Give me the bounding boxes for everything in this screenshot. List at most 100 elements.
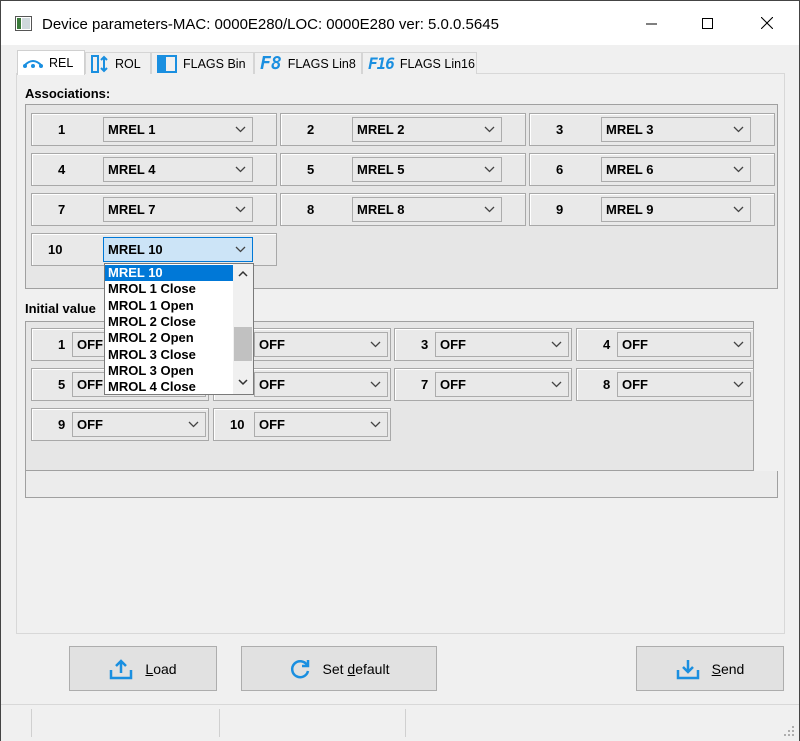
set-default-button-label: Set default bbox=[322, 660, 390, 677]
initial-value-9-select[interactable]: OFF bbox=[72, 412, 206, 437]
association-7-select[interactable]: MREL 7 bbox=[103, 197, 253, 222]
initial-value-number: 8 bbox=[603, 377, 611, 392]
initial-value-10-value: OFF bbox=[259, 417, 285, 432]
dropdown-option[interactable]: MROL 4 Close bbox=[105, 379, 235, 394]
tab-rol[interactable]: ROL bbox=[85, 52, 151, 74]
initial-value-2-select[interactable]: OFF bbox=[254, 332, 388, 357]
tab-rel-label: REL bbox=[49, 56, 74, 70]
load-button-label: Load bbox=[145, 660, 177, 677]
initial-value-cell: 4 OFF bbox=[576, 328, 754, 361]
association-cell: 10 MREL 10 bbox=[31, 233, 277, 266]
tab-rel[interactable]: REL bbox=[17, 50, 85, 75]
association-number: 7 bbox=[58, 202, 66, 217]
chevron-down-icon bbox=[484, 126, 495, 133]
maximize-icon bbox=[701, 17, 713, 29]
initial-value-cell: 8 OFF bbox=[576, 368, 754, 401]
association-10-value: MREL 10 bbox=[108, 242, 163, 257]
initial-value-7-value: OFF bbox=[440, 377, 466, 392]
association-number: 4 bbox=[58, 162, 66, 177]
initial-value-7-select[interactable]: OFF bbox=[435, 372, 569, 397]
initial-value-cell: 9 OFF bbox=[31, 408, 209, 441]
initial-value-6-value: OFF bbox=[259, 377, 285, 392]
initial-value-cell: 10 OFF bbox=[213, 408, 391, 441]
association-4-value: MREL 4 bbox=[108, 162, 156, 177]
initial-value-number: 5 bbox=[58, 377, 66, 392]
dropdown-scroll-thumb[interactable] bbox=[234, 327, 252, 361]
association-number: 8 bbox=[307, 202, 315, 217]
tab-flags-lin8[interactable]: F8 FLAGS Lin8 bbox=[254, 52, 362, 74]
tab-rol-label: ROL bbox=[115, 56, 141, 71]
dropdown-scrollbar[interactable] bbox=[233, 264, 253, 394]
initial-value-number: 3 bbox=[421, 337, 429, 352]
maximize-button[interactable] bbox=[679, 1, 735, 45]
close-icon bbox=[761, 17, 773, 29]
association-6-select[interactable]: MREL 6 bbox=[601, 157, 751, 182]
dropdown-option[interactable]: MROL 3 Open bbox=[105, 363, 235, 379]
association-number: 10 bbox=[48, 242, 63, 257]
association-4-select[interactable]: MREL 4 bbox=[103, 157, 253, 182]
initial-value-1-value: OFF bbox=[77, 337, 103, 352]
chevron-down-icon bbox=[733, 166, 744, 173]
association-5-select[interactable]: MREL 5 bbox=[352, 157, 502, 182]
association-5-value: MREL 5 bbox=[357, 162, 405, 177]
chevron-down-icon bbox=[235, 126, 246, 133]
chevron-down-icon bbox=[484, 166, 495, 173]
association-cell: 5 MREL 5 bbox=[280, 153, 526, 186]
dropdown-option[interactable]: MROL 2 Open bbox=[105, 330, 235, 346]
chevron-down-icon bbox=[551, 381, 562, 388]
minimize-icon bbox=[645, 23, 657, 24]
chevron-down-icon bbox=[235, 166, 246, 173]
dropdown-option[interactable]: MROL 1 Close bbox=[105, 281, 235, 297]
tab-flags-bin[interactable]: FLAGS Bin bbox=[151, 52, 254, 74]
initial-value-8-select[interactable]: OFF bbox=[617, 372, 751, 397]
initial-value-number: 7 bbox=[421, 377, 429, 392]
status-separator bbox=[405, 709, 406, 737]
initial-value-number: 10 bbox=[230, 417, 245, 432]
resize-grip-icon[interactable] bbox=[783, 725, 795, 737]
association-6-value: MREL 6 bbox=[606, 162, 654, 177]
initial-value-9-value: OFF bbox=[77, 417, 103, 432]
status-separator bbox=[31, 709, 32, 737]
initial-value-4-select[interactable]: OFF bbox=[617, 332, 751, 357]
association-number: 2 bbox=[307, 122, 315, 137]
initial-value-label: Initial value bbox=[25, 301, 96, 316]
association-8-select[interactable]: MREL 8 bbox=[352, 197, 502, 222]
chevron-down-icon bbox=[370, 341, 381, 348]
initial-value-number: 4 bbox=[603, 337, 611, 352]
window-title: Device parameters-MAC: 0000E280/LOC: 000… bbox=[42, 16, 499, 33]
association-2-select[interactable]: MREL 2 bbox=[352, 117, 502, 142]
association-7-value: MREL 7 bbox=[108, 202, 156, 217]
scroll-down-icon bbox=[238, 379, 248, 386]
send-button[interactable]: Send bbox=[636, 646, 784, 691]
association-1-select[interactable]: MREL 1 bbox=[103, 117, 253, 142]
status-separator bbox=[219, 709, 220, 737]
send-button-label: Send bbox=[711, 660, 745, 677]
dropdown-option[interactable]: MROL 3 Close bbox=[105, 347, 235, 363]
tab-flags-lin8-label: FLAGS Lin8 bbox=[287, 56, 356, 71]
association-2-value: MREL 2 bbox=[357, 122, 405, 137]
device-parameters-window: Device parameters-MAC: 0000E280/LOC: 000… bbox=[0, 0, 800, 741]
chevron-down-icon bbox=[188, 421, 199, 428]
initial-value-5-value: OFF bbox=[77, 377, 103, 392]
chevron-down-icon bbox=[484, 206, 495, 213]
f8-icon: F8 bbox=[260, 53, 282, 74]
initial-value-6-select[interactable]: OFF bbox=[254, 372, 388, 397]
set-default-button[interactable]: Set default bbox=[241, 646, 437, 691]
close-button[interactable] bbox=[739, 1, 795, 45]
load-button[interactable]: Load bbox=[69, 646, 217, 691]
chevron-down-icon bbox=[370, 381, 381, 388]
minimize-button[interactable] bbox=[623, 1, 679, 45]
roller-icon bbox=[91, 54, 109, 73]
association-10-select[interactable]: MREL 10 bbox=[103, 237, 253, 262]
dropdown-option[interactable]: MROL 2 Close bbox=[105, 314, 235, 330]
dropdown-option[interactable]: MROL 1 Open bbox=[105, 298, 235, 314]
tab-flags-lin16[interactable]: F16 FLAGS Lin16 bbox=[362, 52, 477, 74]
initial-value-10-select[interactable]: OFF bbox=[254, 412, 388, 437]
dropdown-option[interactable]: MREL 10 bbox=[105, 265, 235, 281]
association-cell: 9 MREL 9 bbox=[529, 193, 775, 226]
association-10-dropdown-list[interactable]: MREL 10 MROL 1 Close MROL 1 Open MROL 2 Clo… bbox=[104, 263, 254, 395]
association-1-value: MREL 1 bbox=[108, 122, 156, 137]
association-9-select[interactable]: MREL 9 bbox=[601, 197, 751, 222]
association-3-select[interactable]: MREL 3 bbox=[601, 117, 751, 142]
initial-value-3-select[interactable]: OFF bbox=[435, 332, 569, 357]
